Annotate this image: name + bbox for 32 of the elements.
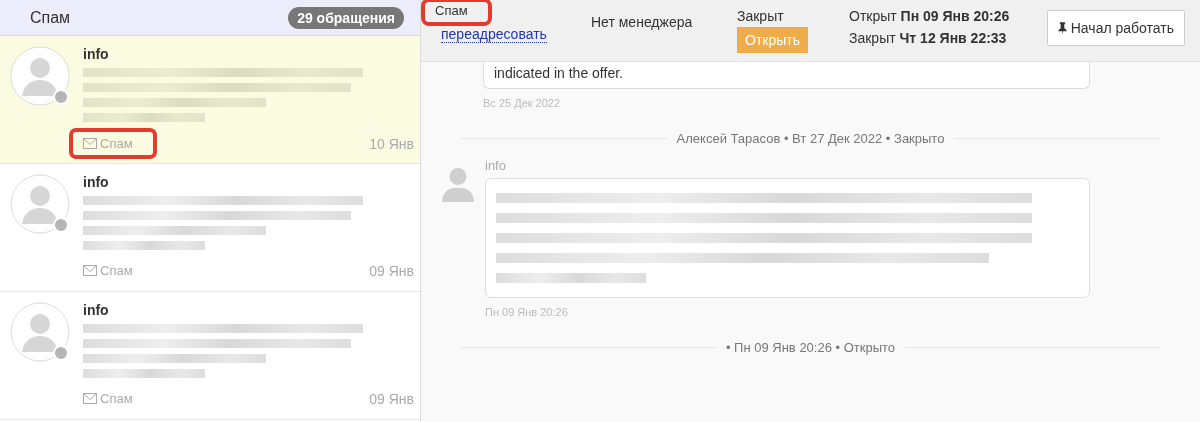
- folder-label: Спам: [83, 388, 139, 409]
- forward-link[interactable]: переадресовать: [441, 26, 547, 43]
- date-label: 10 Янв: [369, 135, 414, 152]
- avatar-icon: [10, 302, 70, 362]
- envelope-icon: [83, 393, 97, 404]
- opened-time: Открыт Пн 09 Янв 20:26: [849, 8, 1010, 24]
- status-label: Закрыт: [737, 8, 785, 24]
- sender-name: info: [83, 302, 110, 318]
- message-time: Вс 25 Дек 2022: [483, 97, 562, 109]
- sender-name: info: [83, 46, 110, 62]
- count-badge: 29 обращения: [288, 6, 404, 29]
- envelope-icon: [83, 138, 97, 149]
- message-text: indicated in the offer.: [494, 65, 623, 81]
- folder-label: Спам: [83, 260, 139, 281]
- folder-title: Спам: [30, 8, 71, 27]
- event-label: Алексей Тарасов • Вт 27 Дек 2022 • Закрыто: [675, 131, 946, 146]
- avatar-icon: [10, 174, 70, 234]
- pin-icon: [1057, 21, 1067, 35]
- date-label: 09 Янв: [369, 390, 414, 407]
- envelope-icon: [83, 265, 97, 276]
- conversation-item[interactable]: info Спам 10 Янв: [0, 36, 420, 164]
- closed-time: Закрыт Чт 12 Янв 22:33: [849, 30, 1008, 46]
- message-time: Пн 09 Янв 20:26: [485, 306, 569, 318]
- event-label: • Пн 09 Янв 20:26 • Открыто: [724, 340, 897, 355]
- sender-name: info: [83, 174, 110, 190]
- folder-label: Спам: [73, 132, 153, 155]
- author-name: info: [485, 158, 507, 173]
- avatar-icon: [10, 46, 70, 106]
- date-label: 09 Янв: [369, 262, 414, 279]
- start-work-button[interactable]: Начал работать: [1046, 10, 1185, 46]
- manager-label: Нет менеджера: [591, 14, 694, 30]
- user-silhouette-icon: [441, 166, 475, 204]
